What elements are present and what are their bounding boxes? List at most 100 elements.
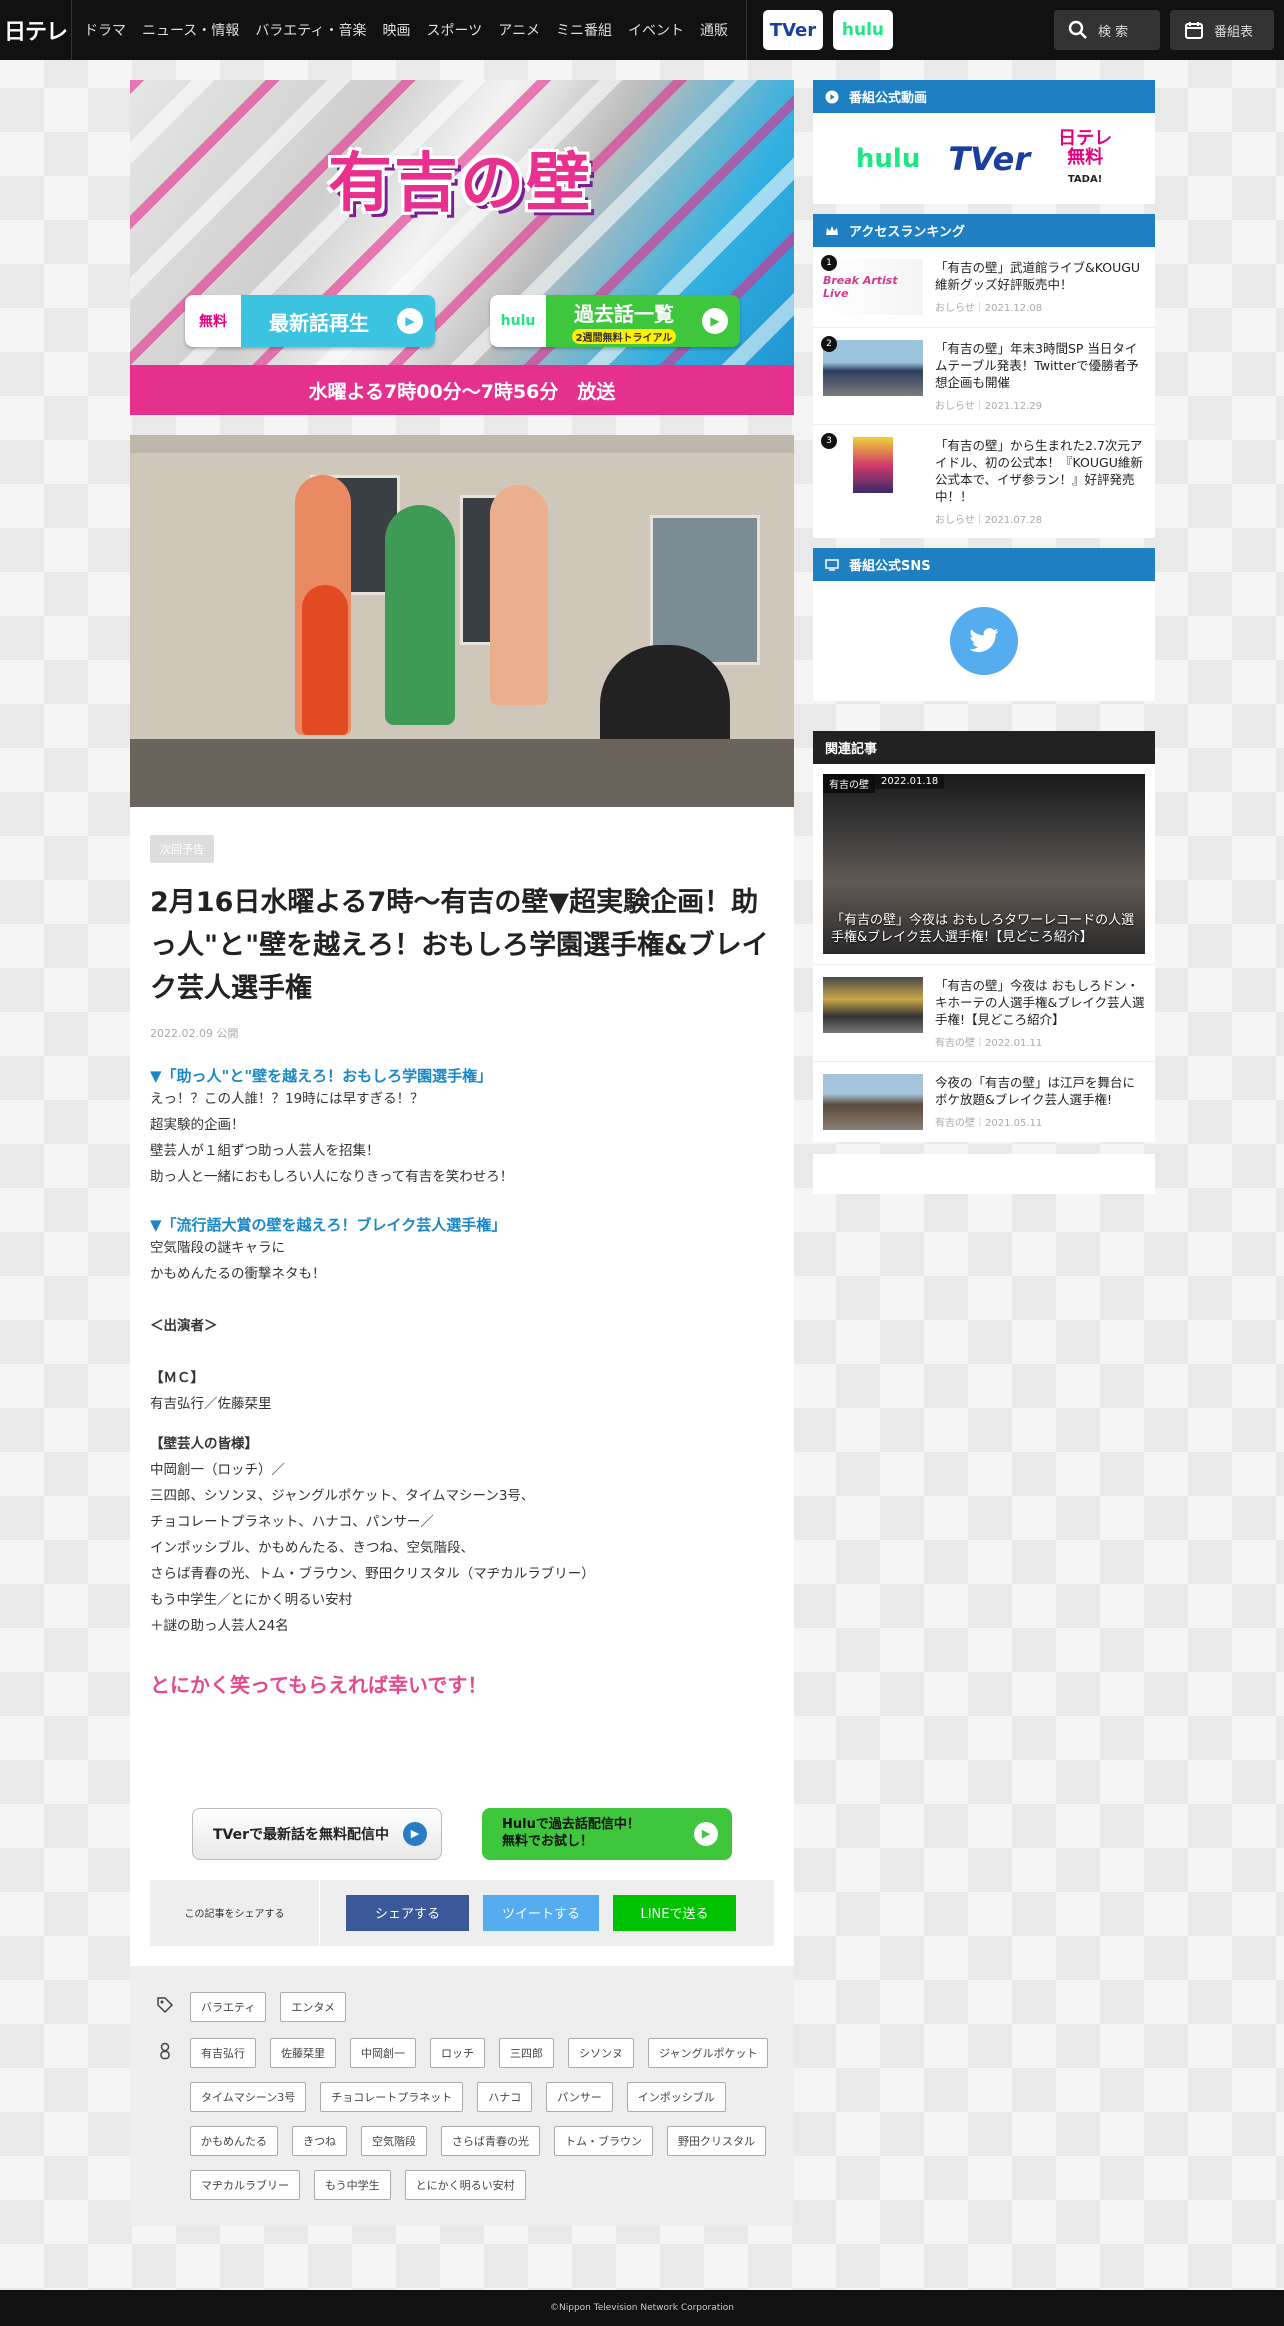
hulu-service-link[interactable]: hulu bbox=[856, 144, 920, 174]
nav-news[interactable]: ニュース・情報 bbox=[142, 20, 239, 40]
nav-drama[interactable]: ドラマ bbox=[84, 20, 126, 40]
ntv-logo[interactable]: 日テレ bbox=[0, 0, 72, 60]
genre-tags: バラエティ エンタメ bbox=[150, 1991, 774, 2022]
ranking-meta: おしらせ｜2021.12.08 bbox=[935, 303, 1043, 314]
body-line: えっ！？この人誰！？19時には早すぎる！？ bbox=[150, 1090, 424, 1107]
related-thumbnail bbox=[823, 1074, 923, 1130]
category-badge[interactable]: 次回予告 bbox=[150, 835, 214, 863]
tag[interactable]: 有吉弘行 bbox=[190, 2037, 256, 2068]
calendar-icon bbox=[1185, 22, 1203, 39]
hero-window bbox=[650, 515, 760, 665]
tag[interactable]: エンタメ bbox=[280, 1991, 347, 2022]
sns-title: 番組公式SNS bbox=[849, 559, 931, 574]
search-button[interactable]: 検 索 bbox=[1054, 10, 1160, 50]
article-hero-image bbox=[130, 435, 794, 807]
line-share-button[interactable]: LINEで送る bbox=[613, 1894, 736, 1931]
tag[interactable]: ハナコ bbox=[477, 2081, 533, 2112]
nav-variety[interactable]: バラエティ・音楽 bbox=[255, 20, 366, 40]
tag[interactable]: ジャングルポケット bbox=[648, 2037, 769, 2068]
twitter-link[interactable] bbox=[950, 607, 1018, 675]
related-text: 「有吉の壁」今夜は おもしろドン・キホーテの人選手権&ブレイク芸人選手権!【見ど… bbox=[935, 977, 1145, 1049]
tver-cta-button[interactable]: TVerで最新話を無料配信中 ▶ bbox=[192, 1807, 442, 1860]
hero-person bbox=[385, 505, 455, 725]
tv-guide-label: 番組表 bbox=[1214, 24, 1254, 40]
tag[interactable]: シソンヌ bbox=[568, 2037, 634, 2068]
sns-box bbox=[813, 581, 1155, 701]
tag[interactable]: とにかく明るい安村 bbox=[404, 2169, 526, 2200]
cast-line: もう中学生／とにかく明るい安村 bbox=[150, 1591, 353, 1608]
tag[interactable]: かもめんたる bbox=[190, 2125, 278, 2156]
tag[interactable]: インポッシブル bbox=[626, 2081, 726, 2112]
official-video-services: hulu TVer 日テレ 無料 TADA! bbox=[813, 113, 1155, 204]
nav-mini[interactable]: ミニ番組 bbox=[556, 20, 612, 40]
nav-movie[interactable]: 映画 bbox=[382, 20, 410, 40]
tv-guide-button[interactable]: 番組表 bbox=[1170, 10, 1274, 50]
hulu-cta-button[interactable]: Huluで過去話配信中！ 無料でお試し！ ▶ bbox=[482, 1807, 732, 1860]
program-banner: 有吉の壁 無料 最新話再生 ▶ hulu 過去話一覧 2週間無料トライアル ▶ … bbox=[130, 80, 794, 415]
tag[interactable]: 佐藤栞里 bbox=[270, 2037, 336, 2068]
nav-shopping[interactable]: 通販 bbox=[700, 20, 728, 40]
tag[interactable]: ロッチ bbox=[430, 2037, 485, 2068]
tver-link[interactable]: TVer bbox=[762, 10, 823, 50]
ranking-title-text: 「有吉の壁」武道館ライブ&KOUGU維新グッズ好評販売中！ bbox=[935, 260, 1141, 292]
tag[interactable]: もう中学生 bbox=[314, 2169, 391, 2200]
tag[interactable]: 空気階段 bbox=[361, 2125, 427, 2156]
hulu-badge: hulu bbox=[490, 295, 546, 347]
tag[interactable]: タイムマシーン3号 bbox=[190, 2081, 307, 2112]
hero-ground bbox=[130, 739, 794, 807]
footer: ©Nippon Television Network Corporation bbox=[0, 2290, 1284, 2326]
global-header: 日テレ ドラマ ニュース・情報 バラエティ・音楽 映画 スポーツ アニメ ミニ番… bbox=[0, 0, 1284, 60]
tag[interactable]: パンサー bbox=[546, 2081, 613, 2112]
main-column: 有吉の壁 無料 最新話再生 ▶ hulu 過去話一覧 2週間無料トライアル ▶ … bbox=[130, 80, 794, 2226]
official-video-title: 番組公式動画 bbox=[849, 91, 928, 106]
ranking-title-text: 「有吉の壁」から生まれた2.7次元アイドル、初の公式本！『KOUGU維新 公式本… bbox=[935, 438, 1143, 504]
play-circle-icon bbox=[825, 90, 839, 103]
rank-number: 3 bbox=[821, 433, 837, 449]
ranking-item[interactable]: 3 「有吉の壁」から生まれた2.7次元アイドル、初の公式本！『KOUGU維新 公… bbox=[813, 425, 1155, 538]
facebook-share-button[interactable]: シェアする bbox=[346, 1894, 469, 1931]
tag[interactable]: チョコレートプラネット bbox=[320, 2081, 464, 2112]
related-item-meta: 有吉の壁｜2022.01.11 bbox=[935, 1038, 1043, 1049]
related-heading: 関連記事 bbox=[813, 731, 1155, 764]
tag[interactable]: バラエティ bbox=[190, 1991, 267, 2022]
hero-person bbox=[302, 585, 348, 735]
tag[interactable]: きつね bbox=[292, 2125, 347, 2156]
ranking-item[interactable]: 2 「有吉の壁」年末3時間SP 当日タイムテーブル発表！Twitterで優勝者予… bbox=[813, 328, 1155, 425]
person-icon bbox=[150, 2038, 190, 2064]
program-logo[interactable]: 有吉の壁 bbox=[300, 110, 620, 245]
nav-event[interactable]: イベント bbox=[628, 20, 684, 40]
nav-sports[interactable]: スポーツ bbox=[426, 20, 482, 40]
ntv-free-service-link[interactable]: 日テレ 無料 TADA! bbox=[1058, 129, 1112, 187]
latest-episode-button[interactable]: 無料 最新話再生 ▶ bbox=[185, 295, 435, 347]
ranking-meta: おしらせ｜2021.07.28 bbox=[935, 515, 1043, 526]
ranking-list: 1 Break Artist Live 「有吉の壁」武道館ライブ&KOUGU維新… bbox=[813, 247, 1155, 538]
hulu-link[interactable]: hulu bbox=[832, 10, 893, 50]
tag[interactable]: トム・ブラウン bbox=[554, 2125, 653, 2156]
tag[interactable]: さらば青春の光 bbox=[441, 2125, 540, 2156]
people-tag-list: 有吉弘行 佐藤栞里 中岡創一 ロッチ 三四郎 シソンヌ ジャングルポケット タイ… bbox=[190, 2037, 774, 2200]
related-item[interactable]: 今夜の「有吉の壁」は江戸を舞台にボケ放題&ブレイク芸人選手権! 有吉の壁｜202… bbox=[813, 1062, 1155, 1142]
ranking-item[interactable]: 1 Break Artist Live 「有吉の壁」武道館ライブ&KOUGU維新… bbox=[813, 247, 1155, 328]
people-tags: 有吉弘行 佐藤栞里 中岡創一 ロッチ 三四郎 シソンヌ ジャングルポケット タイ… bbox=[150, 2037, 774, 2200]
book-cover bbox=[853, 437, 893, 493]
related-featured-item[interactable]: 有吉の壁 2022.01.18 「有吉の壁」今夜は おもしろタワーレコードの人選… bbox=[813, 764, 1155, 965]
past-episodes-button[interactable]: hulu 過去話一覧 2週間無料トライアル ▶ bbox=[490, 295, 740, 347]
tag[interactable]: 三四郎 bbox=[499, 2037, 554, 2068]
tag-icon bbox=[150, 1992, 190, 2018]
related-featured-image: 有吉の壁 2022.01.18 「有吉の壁」今夜は おもしろタワーレコードの人選… bbox=[823, 774, 1145, 954]
related-item[interactable]: 「有吉の壁」今夜は おもしろドン・キホーテの人選手権&ブレイク芸人選手権!【見ど… bbox=[813, 965, 1155, 1062]
copyright: ©Nippon Television Network Corporation bbox=[550, 2303, 734, 2313]
monitor-icon bbox=[825, 558, 839, 571]
mc-names: 有吉弘行／佐藤栞里 bbox=[150, 1395, 272, 1412]
article-body: 次回予告 2月16日水曜よる7時～有吉の壁▼超実験企画！助っ人"と"壁を越えろ！… bbox=[130, 807, 794, 1966]
nav-anime[interactable]: アニメ bbox=[498, 20, 540, 40]
tag[interactable]: 野田クリスタル bbox=[667, 2125, 766, 2156]
twitter-share-button[interactable]: ツイートする bbox=[483, 1894, 599, 1931]
crown-icon bbox=[826, 225, 838, 235]
rank-number: 2 bbox=[821, 336, 837, 352]
section-heading: ▼「流行語大賞の壁を越えろ！ブレイク芸人選手権」 bbox=[150, 1215, 507, 1234]
tag[interactable]: マヂカルラブリー bbox=[190, 2169, 300, 2200]
tag[interactable]: 中岡創一 bbox=[350, 2037, 416, 2068]
tver-service-link[interactable]: TVer bbox=[948, 140, 1030, 178]
